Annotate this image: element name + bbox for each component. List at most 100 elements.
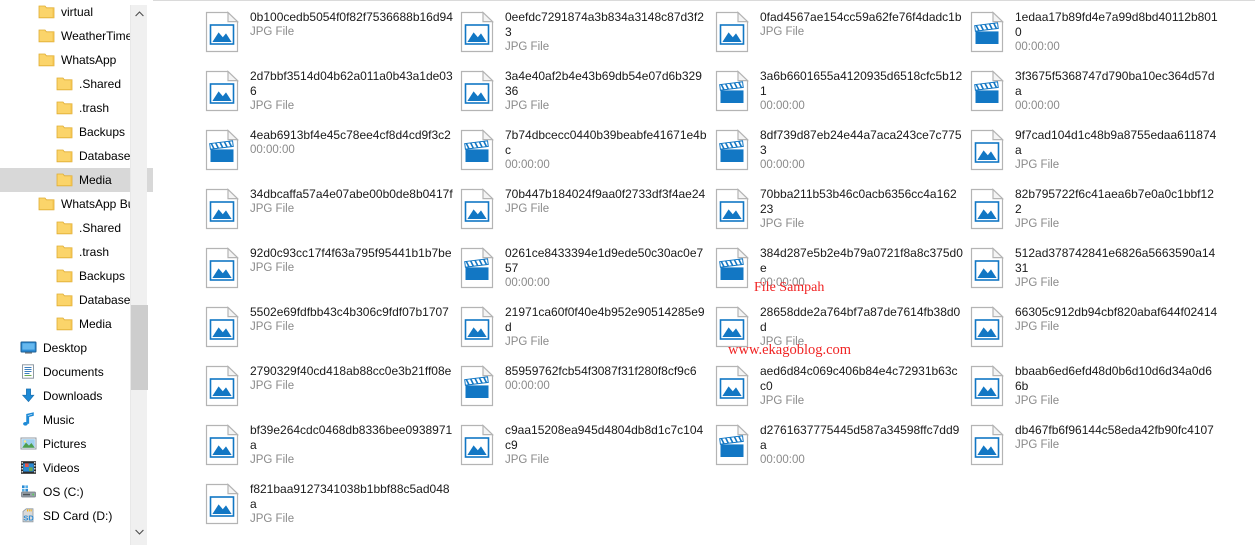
navigation-scrollbar[interactable] [130,5,148,545]
file-tile[interactable]: 66305c912db94cbf820abaf644f02414 JPG File [970,304,1218,363]
nav-item-label: Databases [79,293,137,307]
image-file-icon [205,306,239,348]
file-meta: JPG File [505,41,550,53]
file-tile-text: 4eab6913bf4e45c78ee4cf8d4cd9f3c2 00:00:00 [250,127,453,158]
video-file-icon [460,365,494,407]
image-file-icon [715,365,749,407]
file-tile[interactable]: 3a6b6601655a4120935d6518cfc5b121 00:00:00 [715,68,963,127]
file-tile[interactable]: bbaab6ed6efd48d0b6d10d6d34a0d66b JPG File [970,363,1218,422]
file-tile[interactable]: aed6d84c069c406b84e4c72931b63cc0 JPG File [715,363,963,422]
file-tile[interactable]: 0261ce8433394e1d9ede50c30ac0e757 00:00:00 [460,245,708,304]
video-file-icon [970,11,1004,53]
file-tile[interactable]: 0eefdc7291874a3b834a3148c87d3f23 JPG File [460,9,708,68]
file-tile[interactable]: 70bba211b53b46c0acb6356cc4a16223 JPG File [715,186,963,245]
file-tile-text: 2d7bbf3514d04b62a011a0b43a1de036 JPG File [250,68,453,114]
file-tile-text: db467fb6f96144c58eda42fb90fc4107 JPG File [1015,422,1218,453]
file-tile[interactable]: bf39e264cdc0468db8336bee0938971a JPG File [205,422,453,481]
file-tile[interactable]: 9f7cad104d1c48b9a8755edaa611874a JPG File [970,127,1218,186]
image-file-icon [205,70,239,112]
folder-icon [56,148,73,165]
file-tile[interactable]: 85959762fcb54f3087f31f280f8cf9c6 00:00:00 [460,363,708,422]
file-meta: JPG File [250,380,295,392]
image-file-icon [205,188,239,230]
file-tile[interactable]: 7b74dbcecc0440b39beabfe41671e4bc 00:00:00 [460,127,708,186]
file-meta: JPG File [760,218,805,230]
file-tile-text: 384d287e5b2e4b79a0721f8a8c375d0e 00:00:00 [760,245,963,291]
file-tile-text: f821baa9127341038b1bbf88c5ad048a JPG File [250,481,453,527]
file-tile[interactable]: 0b100cedb5054f0f82f7536688b16d94 JPG File [205,9,453,68]
file-tile[interactable]: 2d7bbf3514d04b62a011a0b43a1de036 JPG File [205,68,453,127]
folder-icon [38,196,55,213]
file-tile-text: 512ad378742841e6826a5663590a1431 JPG File [1015,245,1218,291]
file-tile-text: 21971ca60f0f40e4b952e90514285e9d JPG File [505,304,708,350]
file-tile[interactable]: d2761637775445d587a34598ffc7dd9a 00:00:00 [715,422,963,481]
file-meta: 00:00:00 [250,144,295,156]
file-list-view[interactable]: 0b100cedb5054f0f82f7536688b16d94 JPG File… [153,0,1255,545]
video-file-icon [715,129,749,171]
desktop-icon [20,340,37,357]
file-tile[interactable]: f821baa9127341038b1bbf88c5ad048a JPG File [205,481,453,540]
file-name: 85959762fcb54f3087f31f280f8cf9c6 [505,364,697,378]
file-tile[interactable]: c9aa15208ea945d4804db8d1c7c104c9 JPG File [460,422,708,481]
file-tile-text: 66305c912db94cbf820abaf644f02414 JPG File [1015,304,1218,335]
file-tile[interactable]: 4eab6913bf4e45c78ee4cf8d4cd9f3c2 00:00:00 [205,127,453,186]
file-tile[interactable]: 82b795722f6c41aea6b7e0a0c1bbf122 JPG File [970,186,1218,245]
documents-icon [20,363,37,381]
file-tile-text: bf39e264cdc0468db8336bee0938971a JPG File [250,422,453,468]
file-tile-text: 28658dde2a764bf7a87de7614fb38d0d JPG File [760,304,963,350]
file-tile[interactable]: 28658dde2a764bf7a87de7614fb38d0d JPG File [715,304,963,363]
scrollbar-thumb[interactable] [131,305,148,390]
file-tile[interactable]: db467fb6f96144c58eda42fb90fc4107 JPG File [970,422,1218,481]
file-tile[interactable]: 512ad378742841e6826a5663590a1431 JPG File [970,245,1218,304]
file-tile[interactable]: 34dbcaffa57a4e07abe00b0de8b0417f JPG File [205,186,453,245]
image-file-icon [970,129,1004,171]
file-tile[interactable]: 5502e69fdfbb43c4b306c9fdf07b1707 JPG File [205,304,453,363]
video-file-icon [460,247,494,289]
image-file-icon [970,365,1004,407]
file-tile-text: 8df739d87eb24e44a7aca243ce7c7753 00:00:00 [760,127,963,173]
file-name: 2790329f40cd418ab88cc0e3b21ff08e [250,364,452,378]
file-name: c9aa15208ea945d4804db8d1c7c104c9 [505,423,704,452]
file-meta: JPG File [1015,439,1060,451]
image-file-icon [205,247,239,289]
file-tile-text: 0eefdc7291874a3b834a3148c87d3f23 JPG File [505,9,708,55]
image-file-icon [205,306,239,348]
file-tile[interactable]: 8df739d87eb24e44a7aca243ce7c7753 00:00:00 [715,127,963,186]
empty-cell [715,481,963,540]
file-name: d2761637775445d587a34598ffc7dd9a [760,423,960,452]
file-name: bbaab6ed6efd48d0b6d10d6d34a0d66b [1015,364,1212,393]
file-tile[interactable]: 92d0c93cc17f4f63a795f95441b1b7be JPG File [205,245,453,304]
nav-item-label: Desktop [43,341,88,355]
scroll-down-arrow-icon[interactable] [131,523,148,540]
scroll-up-arrow-icon[interactable] [131,5,148,22]
file-meta: 00:00:00 [760,454,805,466]
file-tile[interactable]: 384d287e5b2e4b79a0721f8a8c375d0e 00:00:00 [715,245,963,304]
file-meta: JPG File [250,321,295,333]
file-meta: JPG File [1015,218,1060,230]
file-tile[interactable]: 2790329f40cd418ab88cc0e3b21ff08e JPG File [205,363,453,422]
nav-item-label: .trash [79,101,110,115]
folder-icon [56,220,73,237]
file-tile[interactable]: 0fad4567ae154cc59a62fe76f4dadc1b JPG File [715,9,963,68]
file-tile-text: 3a4e40af2b4e43b69db54e07d6b32936 JPG File [505,68,708,114]
file-tile[interactable]: 1edaa17b89fd4e7a99d8bd40112b8010 00:00:00 [970,9,1218,68]
file-tile[interactable]: 3f3675f5368747d790ba10ec364d57da 00:00:00 [970,68,1218,127]
nav-item-label: Downloads [43,389,103,403]
image-file-icon [970,424,1004,466]
file-meta: JPG File [760,395,805,407]
file-meta: JPG File [760,26,805,38]
file-meta: JPG File [250,26,295,38]
file-name: f821baa9127341038b1bbf88c5ad048a [250,482,450,511]
image-file-icon [715,188,749,230]
file-tile-text: 3f3675f5368747d790ba10ec364d57da 00:00:00 [1015,68,1218,114]
file-name: 9f7cad104d1c48b9a8755edaa611874a [1015,128,1217,157]
file-tile[interactable]: 3a4e40af2b4e43b69db54e07d6b32936 JPG File [460,68,708,127]
image-file-icon [205,11,239,53]
file-name: 34dbcaffa57a4e07abe00b0de8b0417f [250,187,453,201]
nav-item-label: virtual [61,5,94,19]
file-tile[interactable]: 70b447b184024f9aa0f2733df3f4ae24 JPG File [460,186,708,245]
file-name: 0eefdc7291874a3b834a3148c87d3f23 [505,10,704,39]
video-file-icon [460,129,494,171]
empty-cell [460,481,708,540]
file-tile[interactable]: 21971ca60f0f40e4b952e90514285e9d JPG File [460,304,708,363]
